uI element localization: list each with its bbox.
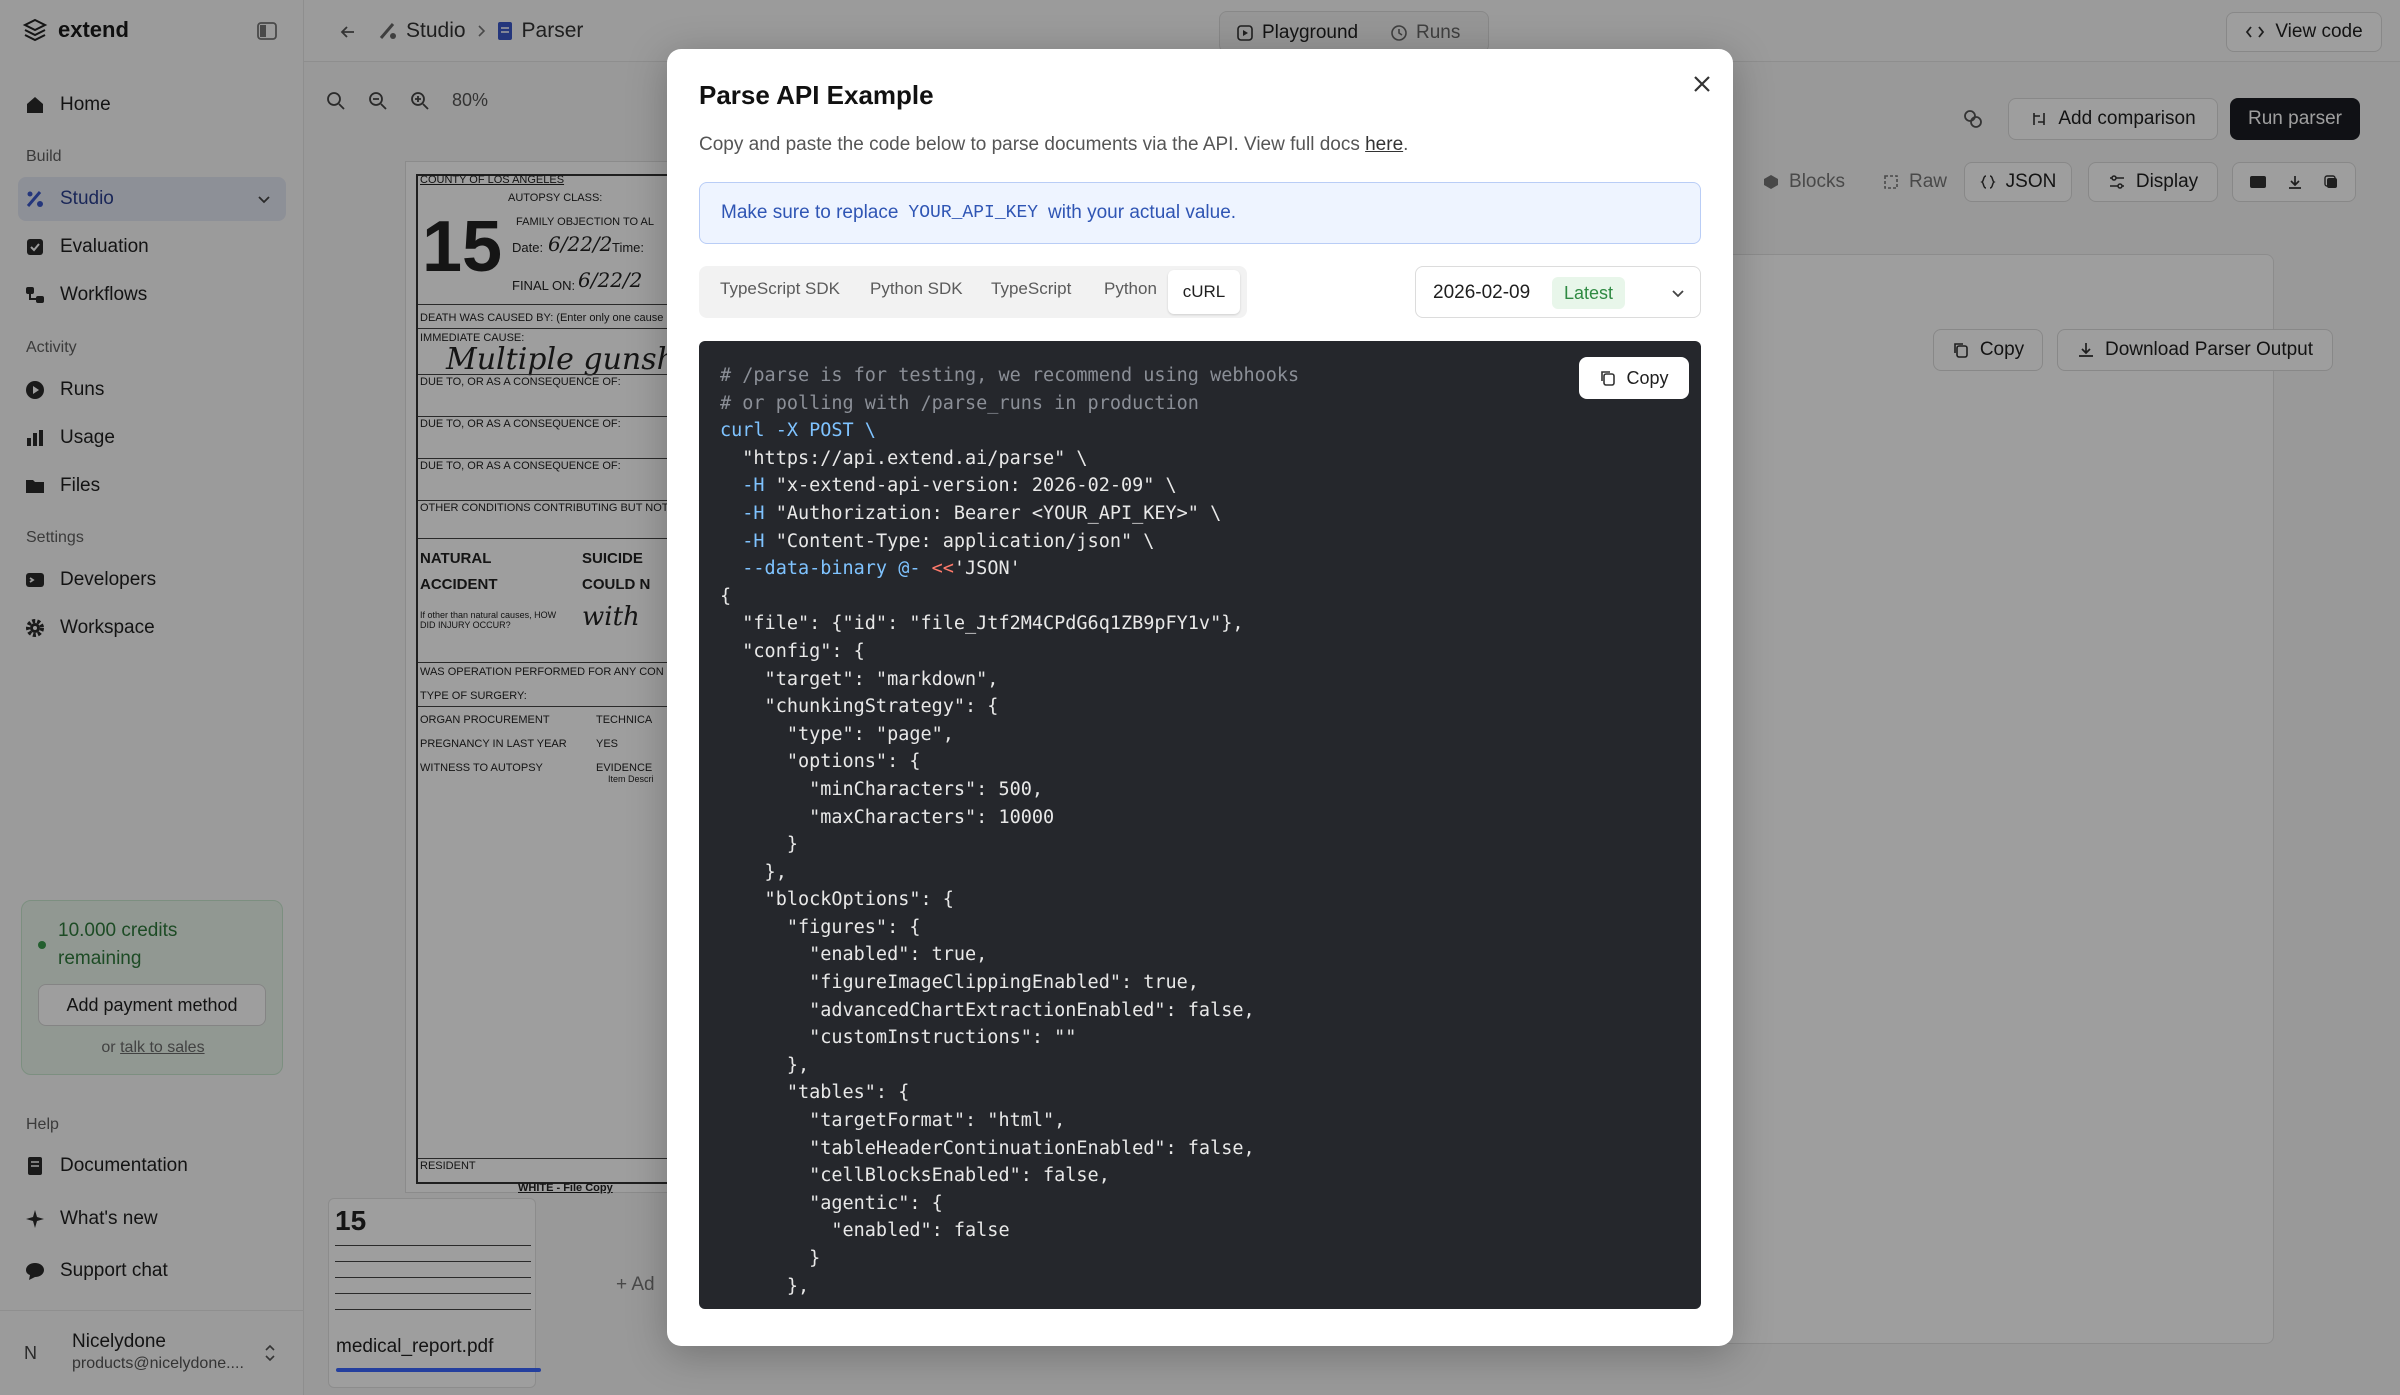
notice-suffix: with your actual value. xyxy=(1048,202,1237,223)
api-key-notice: Make sure to replace YOUR_API_KEY with y… xyxy=(699,182,1701,244)
code-line: --data-binary @- <<'JSON' xyxy=(720,558,1021,580)
code-line: "tables": { xyxy=(720,1082,910,1104)
code-line: } xyxy=(720,834,798,856)
code-line: "advancedChartExtractionEnabled": false, xyxy=(720,999,1255,1021)
code-line: curl -X POST \ xyxy=(720,420,876,442)
code-line: -H "x-extend-api-version: 2026-02-09" \ xyxy=(720,475,1177,497)
code-block: # /parse is for testing, we recommend us… xyxy=(699,341,1701,1309)
code-line: -H "Authorization: Bearer <YOUR_API_KEY>… xyxy=(720,502,1222,524)
chevron-down-icon xyxy=(1672,290,1684,298)
latest-badge: Latest xyxy=(1552,277,1626,309)
notice-code: YOUR_API_KEY xyxy=(908,203,1039,223)
code-line: # /parse is for testing, we recommend us… xyxy=(720,365,1300,386)
parse-api-modal: Parse API Example Copy and paste the cod… xyxy=(667,49,1733,1346)
tab-python-sdk[interactable]: Python SDK xyxy=(870,279,963,299)
docs-link[interactable]: here xyxy=(1365,134,1403,155)
code-line: "figureImageClippingEnabled": true, xyxy=(720,972,1199,994)
code-line: { xyxy=(720,585,732,607)
tab-typescript[interactable]: TypeScript xyxy=(991,279,1071,299)
code-line: "options": { xyxy=(720,751,921,773)
modal-description: Copy and paste the code below to parse d… xyxy=(699,134,1409,155)
close-icon[interactable] xyxy=(1687,69,1717,99)
tab-python[interactable]: Python xyxy=(1104,279,1157,299)
copy-icon xyxy=(1601,371,1616,386)
code-line: "target": "markdown", xyxy=(720,668,999,690)
code-line: "targetFormat": "html", xyxy=(720,1110,1066,1132)
api-version-select[interactable]: 2026-02-09 Latest xyxy=(1415,266,1701,318)
code-line: "agentic": { xyxy=(720,1192,943,1214)
code-line: "tableHeaderContinuationEnabled": false, xyxy=(720,1137,1255,1159)
code-line: "file": {"id": "file_Jtf2M4CPdG6q1ZB9pFY… xyxy=(720,613,1244,635)
code-line: "enabled": false xyxy=(720,1220,1010,1242)
code-line: }, xyxy=(720,1054,810,1076)
code-line: # or polling with /parse_runs in product… xyxy=(720,392,1199,414)
notice-prefix: Make sure to replace xyxy=(721,202,899,223)
code-line: -H "Content-Type: application/json" \ xyxy=(720,530,1155,552)
code-line: "blockOptions": { xyxy=(720,889,954,911)
language-tabs: TypeScript SDK Python SDK TypeScript Pyt… xyxy=(699,266,1247,318)
code-line: "maxCharacters": 10000 xyxy=(720,806,1055,828)
copy-code-label: Copy xyxy=(1626,367,1669,388)
code-line: "enabled": true, xyxy=(720,944,988,966)
tab-typescript-sdk[interactable]: TypeScript SDK xyxy=(720,279,840,299)
code-line: }, xyxy=(720,1275,810,1297)
code-line: "figures": { xyxy=(720,916,921,938)
code-line: "https://api.extend.ai/parse" \ xyxy=(720,447,1088,469)
code-content: # /parse is for testing, we recommend us… xyxy=(720,362,1299,1300)
modal-description-text: Copy and paste the code below to parse d… xyxy=(699,134,1360,155)
version-value: 2026-02-09 xyxy=(1433,282,1531,303)
tab-curl[interactable]: cURL xyxy=(1168,270,1240,314)
code-line: } xyxy=(720,1248,821,1269)
modal-title: Parse API Example xyxy=(699,80,934,110)
code-line: "customInstructions": "" xyxy=(720,1027,1077,1049)
code-line: }, xyxy=(720,861,787,883)
code-line: "minCharacters": 500, xyxy=(720,778,1044,800)
code-line: "chunkingStrategy": { xyxy=(720,696,999,718)
code-line: "type": "page", xyxy=(720,723,954,745)
code-line: "cellBlocksEnabled": false, xyxy=(720,1165,1110,1187)
copy-code-button[interactable]: Copy xyxy=(1579,357,1689,399)
code-line: "config": { xyxy=(720,640,865,662)
